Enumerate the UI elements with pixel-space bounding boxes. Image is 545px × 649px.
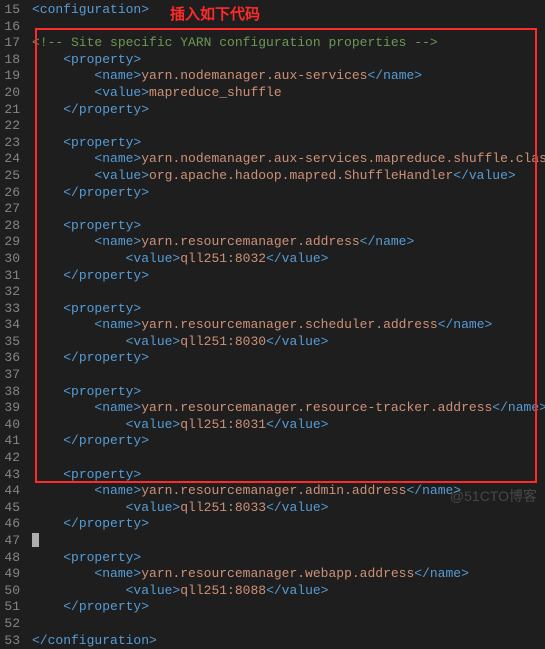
code-line: </property> (32, 102, 545, 119)
text-cursor (32, 533, 39, 547)
line-number-gutter: 1516171819202122232425262728293031323334… (0, 0, 28, 512)
line-number: 52 (4, 616, 20, 633)
line-number: 22 (4, 118, 20, 135)
line-number: 48 (4, 550, 20, 567)
line-number: 18 (4, 52, 20, 69)
line-number: 33 (4, 301, 20, 318)
code-line: <!-- Site specific YARN configuration pr… (32, 35, 545, 52)
code-line: <value>qll251:8030</value> (32, 334, 545, 351)
code-line: <configuration> (32, 2, 545, 19)
code-line (32, 201, 545, 218)
line-number: 28 (4, 218, 20, 235)
code-editor: 1516171819202122232425262728293031323334… (0, 0, 545, 512)
line-number: 38 (4, 384, 20, 401)
code-line (32, 367, 545, 384)
code-line (32, 450, 545, 467)
code-line: <value>qll251:8032</value> (32, 251, 545, 268)
line-number: 25 (4, 168, 20, 185)
code-line: </property> (32, 350, 545, 367)
line-number: 17 (4, 35, 20, 52)
code-line (32, 284, 545, 301)
line-number: 50 (4, 583, 20, 600)
code-line (32, 533, 545, 550)
code-line: <value>qll251:8088</value> (32, 583, 545, 600)
line-number: 49 (4, 566, 20, 583)
code-area[interactable]: <configuration> <!-- Site specific YARN … (28, 0, 545, 512)
code-line: <name>yarn.resourcemanager.resource-trac… (32, 400, 545, 417)
code-line: <property> (32, 135, 545, 152)
code-line: <value>qll251:8031</value> (32, 417, 545, 434)
code-line: <property> (32, 467, 545, 484)
line-number: 30 (4, 251, 20, 268)
line-number: 36 (4, 350, 20, 367)
line-number: 20 (4, 85, 20, 102)
line-number: 31 (4, 268, 20, 285)
line-number: 21 (4, 102, 20, 119)
line-number: 47 (4, 533, 20, 550)
line-number: 29 (4, 234, 20, 251)
code-line: <name>yarn.resourcemanager.address</name… (32, 234, 545, 251)
line-number: 32 (4, 284, 20, 301)
code-line: </property> (32, 268, 545, 285)
code-line: </configuration> (32, 633, 545, 649)
code-line (32, 118, 545, 135)
watermark: @51CTO博客 (450, 488, 537, 506)
line-number: 51 (4, 599, 20, 616)
line-number: 24 (4, 151, 20, 168)
code-line: <name>yarn.nodemanager.aux-services.mapr… (32, 151, 545, 168)
code-line: <property> (32, 384, 545, 401)
annotation-label: 插入如下代码 (170, 5, 260, 24)
line-number: 34 (4, 317, 20, 334)
line-number: 37 (4, 367, 20, 384)
line-number: 40 (4, 417, 20, 434)
line-number: 41 (4, 433, 20, 450)
line-number: 23 (4, 135, 20, 152)
line-number: 39 (4, 400, 20, 417)
code-line: <name>yarn.resourcemanager.scheduler.add… (32, 317, 545, 334)
line-number: 27 (4, 201, 20, 218)
line-number: 16 (4, 19, 20, 36)
line-number: 53 (4, 633, 20, 649)
code-line: </property> (32, 185, 545, 202)
line-number: 44 (4, 483, 20, 500)
code-line: <value>mapreduce_shuffle (32, 85, 545, 102)
code-line: <value>org.apache.hadoop.mapred.ShuffleH… (32, 168, 545, 185)
line-number: 43 (4, 467, 20, 484)
line-number: 45 (4, 500, 20, 517)
line-number: 42 (4, 450, 20, 467)
line-number: 15 (4, 2, 20, 19)
line-number: 35 (4, 334, 20, 351)
code-line: </property> (32, 516, 545, 533)
line-number: 26 (4, 185, 20, 202)
code-line: </property> (32, 599, 545, 616)
line-number: 19 (4, 68, 20, 85)
code-line (32, 19, 545, 36)
code-line: </property> (32, 433, 545, 450)
code-line (32, 616, 545, 633)
line-number: 46 (4, 516, 20, 533)
code-line: <property> (32, 301, 545, 318)
code-line: <name>yarn.nodemanager.aux-services</nam… (32, 68, 545, 85)
code-line: <property> (32, 218, 545, 235)
code-line: <name>yarn.resourcemanager.webapp.addres… (32, 566, 545, 583)
code-line: <property> (32, 52, 545, 69)
code-line: <property> (32, 550, 545, 567)
